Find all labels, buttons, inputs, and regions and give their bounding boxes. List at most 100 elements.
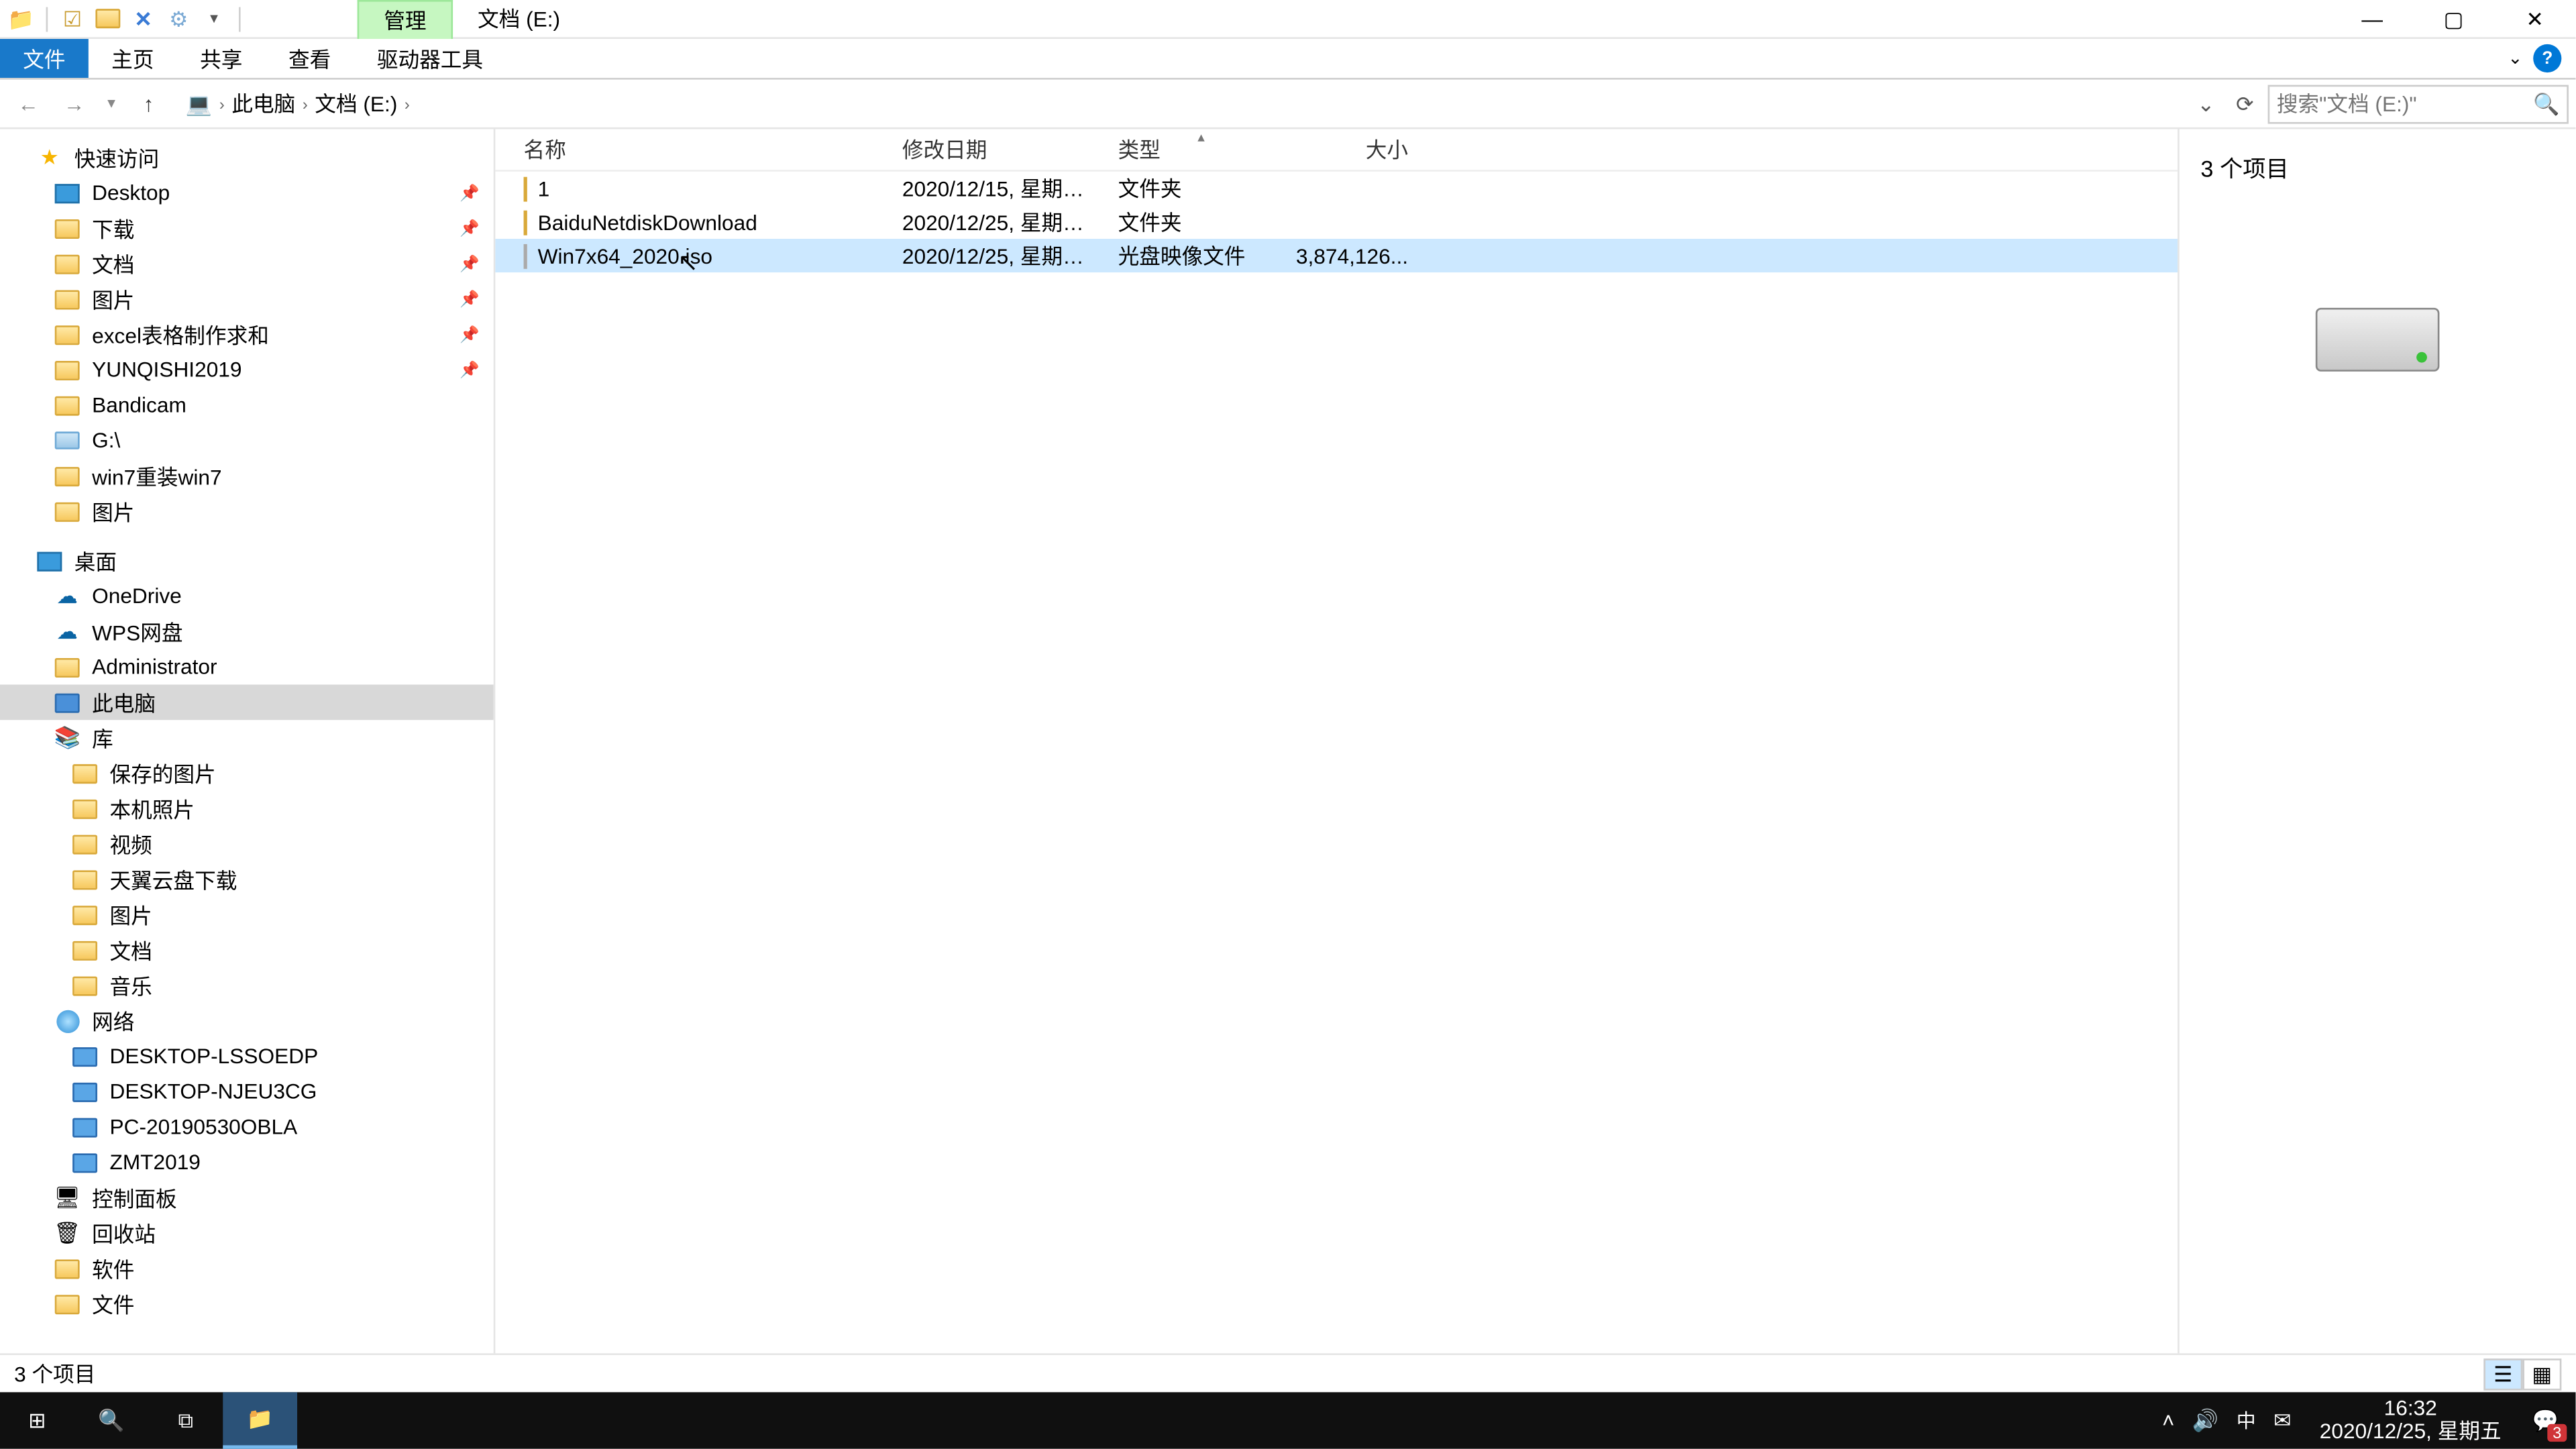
nav-item[interactable]: ZMT2019 bbox=[0, 1144, 494, 1180]
volume-icon[interactable]: 🔊 bbox=[2192, 1408, 2218, 1433]
address-history-dropdown[interactable]: ⌄ bbox=[2186, 84, 2225, 123]
column-date[interactable]: 修改日期 bbox=[888, 134, 1104, 164]
qa-dropdown-icon[interactable]: ▾ bbox=[200, 5, 228, 33]
maximize-button[interactable]: ▢ bbox=[2413, 0, 2494, 38]
breadcrumb[interactable]: 💻 › 此电脑 › 文档 (E:) › bbox=[173, 87, 2183, 120]
nav-back-button[interactable]: ← bbox=[7, 83, 50, 125]
control-panel-icon: 🖥 bbox=[53, 1185, 81, 1210]
nav-item[interactable]: 图片 bbox=[0, 897, 494, 932]
file-row[interactable]: 12020/12/15, 星期二 1...文件夹 bbox=[495, 172, 2178, 205]
nav-item[interactable]: DESKTOP-LSSOEDP bbox=[0, 1038, 494, 1074]
folder-icon bbox=[53, 464, 81, 488]
tab-drive-tools[interactable]: 驱动器工具 bbox=[354, 39, 506, 78]
nav-item[interactable]: ☁OneDrive bbox=[0, 578, 494, 614]
nav-item[interactable]: 📚库 bbox=[0, 720, 494, 755]
qa-folder-icon[interactable] bbox=[94, 5, 122, 33]
taskbar-explorer-button[interactable]: 📁 bbox=[223, 1392, 297, 1448]
file-row[interactable]: Win7x64_2020.iso2020/12/25, 星期五 1...光盘映像… bbox=[495, 239, 2178, 272]
nav-item[interactable]: ★快速访问 bbox=[0, 140, 494, 175]
folder-icon bbox=[53, 1291, 81, 1316]
nav-up-button[interactable]: ↑ bbox=[127, 83, 170, 125]
nav-item[interactable]: Desktop📌 bbox=[0, 175, 494, 211]
nav-item[interactable]: 🗑回收站 bbox=[0, 1216, 494, 1251]
start-button[interactable]: ⊞ bbox=[0, 1392, 74, 1448]
nav-item[interactable]: ☁WPS网盘 bbox=[0, 614, 494, 649]
action-center-button[interactable]: 💬 3 bbox=[2516, 1392, 2576, 1448]
nav-item[interactable]: G:\ bbox=[0, 423, 494, 458]
navigation-pane[interactable]: ★快速访问Desktop📌下载📌文档📌图片📌excel表格制作求和📌YUNQIS… bbox=[0, 129, 495, 1354]
task-view-button[interactable]: ⧉ bbox=[149, 1392, 223, 1448]
tab-view[interactable]: 查看 bbox=[266, 39, 354, 78]
column-size[interactable]: 大小 bbox=[1281, 134, 1422, 164]
qa-settings-icon[interactable]: ⚙ bbox=[164, 5, 193, 33]
tab-home[interactable]: 主页 bbox=[89, 39, 177, 78]
close-button[interactable]: ✕ bbox=[2494, 0, 2575, 38]
file-name: BaiduNetdiskDownload bbox=[538, 209, 757, 234]
nav-item-label: 快速访问 bbox=[74, 142, 160, 172]
nav-item-label: 保存的图片 bbox=[109, 758, 215, 788]
nav-item[interactable]: YUNQISHI2019📌 bbox=[0, 352, 494, 388]
nav-item[interactable]: 音乐 bbox=[0, 967, 494, 1003]
nav-item[interactable]: 文件 bbox=[0, 1286, 494, 1322]
chevron-right-icon[interactable]: › bbox=[405, 95, 410, 112]
help-icon[interactable]: ? bbox=[2533, 44, 2561, 72]
system-tray[interactable]: ˄ 🔊 中 ✉ bbox=[2148, 1406, 2306, 1434]
file-row[interactable]: BaiduNetdiskDownload2020/12/25, 星期五 1...… bbox=[495, 205, 2178, 239]
tab-share[interactable]: 共享 bbox=[177, 39, 266, 78]
view-details-button[interactable]: ☰ bbox=[2483, 1358, 2522, 1389]
nav-item[interactable]: 图片 bbox=[0, 494, 494, 529]
qa-close-icon[interactable]: ✕ bbox=[129, 5, 158, 33]
taskbar-clock[interactable]: 16:32 2020/12/25, 星期五 bbox=[2306, 1397, 2516, 1444]
breadcrumb-drive[interactable]: 文档 (E:) bbox=[315, 89, 397, 119]
clock-time: 16:32 bbox=[2320, 1397, 2502, 1420]
nav-forward-button[interactable]: → bbox=[53, 83, 95, 125]
nav-item[interactable]: 视频 bbox=[0, 826, 494, 861]
nav-item[interactable]: 🖥控制面板 bbox=[0, 1180, 494, 1216]
ribbon-context-manage[interactable]: 管理 bbox=[358, 0, 453, 38]
nav-item[interactable]: win7重装win7 bbox=[0, 458, 494, 494]
chevron-right-icon[interactable]: › bbox=[219, 95, 225, 112]
nav-item-label: 网络 bbox=[92, 1006, 134, 1036]
search-icon[interactable]: 🔍 bbox=[2533, 91, 2559, 116]
nav-item[interactable]: 本机照片 bbox=[0, 791, 494, 826]
nav-item[interactable]: 天翼云盘下载 bbox=[0, 861, 494, 897]
ribbon-collapse-icon[interactable]: ⌄ bbox=[2508, 49, 2522, 68]
file-list[interactable]: 12020/12/15, 星期二 1...文件夹BaiduNetdiskDown… bbox=[495, 172, 2178, 272]
nav-item[interactable]: excel表格制作求和📌 bbox=[0, 317, 494, 352]
nav-item[interactable]: DESKTOP-NJEU3CG bbox=[0, 1074, 494, 1110]
refresh-button[interactable]: ⟳ bbox=[2225, 84, 2264, 123]
tray-chevron-up-icon[interactable]: ˄ bbox=[2162, 1408, 2175, 1433]
nav-item-label: 图片 bbox=[92, 284, 134, 314]
chevron-right-icon[interactable]: › bbox=[303, 95, 308, 112]
folder-icon bbox=[53, 216, 81, 241]
ime-icon[interactable]: 中 bbox=[2237, 1406, 2256, 1434]
search-input[interactable] bbox=[2277, 91, 2560, 116]
search-box[interactable]: 🔍 bbox=[2268, 84, 2569, 123]
taskbar-search-button[interactable]: 🔍 bbox=[74, 1392, 149, 1448]
minimize-button[interactable]: — bbox=[2332, 0, 2413, 38]
nav-item[interactable]: PC-20190530OBLA bbox=[0, 1109, 494, 1144]
nav-item[interactable]: 下载📌 bbox=[0, 211, 494, 246]
nav-item-label: PC-20190530OBLA bbox=[109, 1114, 297, 1139]
nav-item[interactable]: 保存的图片 bbox=[0, 755, 494, 791]
mail-icon[interactable]: ✉ bbox=[2273, 1408, 2292, 1433]
nav-item[interactable]: Administrator bbox=[0, 649, 494, 685]
nav-item[interactable]: Bandicam bbox=[0, 388, 494, 423]
breadcrumb-pc[interactable]: 此电脑 bbox=[231, 89, 295, 119]
nav-item-label: 图片 bbox=[109, 900, 152, 930]
nav-item[interactable]: 文档 bbox=[0, 932, 494, 968]
qa-checkbox-icon[interactable]: ☑ bbox=[58, 5, 87, 33]
file-date: 2020/12/15, 星期二 1... bbox=[888, 173, 1104, 203]
nav-item[interactable]: 桌面 bbox=[0, 543, 494, 579]
column-type[interactable]: 类型 bbox=[1104, 134, 1281, 164]
view-icons-button[interactable]: ▦ bbox=[2522, 1358, 2561, 1389]
nav-item[interactable]: 网络 bbox=[0, 1003, 494, 1038]
column-name[interactable]: 名称 bbox=[495, 134, 888, 164]
nav-item[interactable]: 文档📌 bbox=[0, 246, 494, 282]
pin-icon: 📌 bbox=[460, 183, 480, 203]
nav-item[interactable]: 图片📌 bbox=[0, 281, 494, 317]
nav-recent-dropdown[interactable]: ▾ bbox=[99, 83, 124, 125]
tab-file[interactable]: 文件 bbox=[0, 39, 89, 78]
nav-item[interactable]: 此电脑 bbox=[0, 685, 494, 720]
nav-item[interactable]: 软件 bbox=[0, 1250, 494, 1286]
